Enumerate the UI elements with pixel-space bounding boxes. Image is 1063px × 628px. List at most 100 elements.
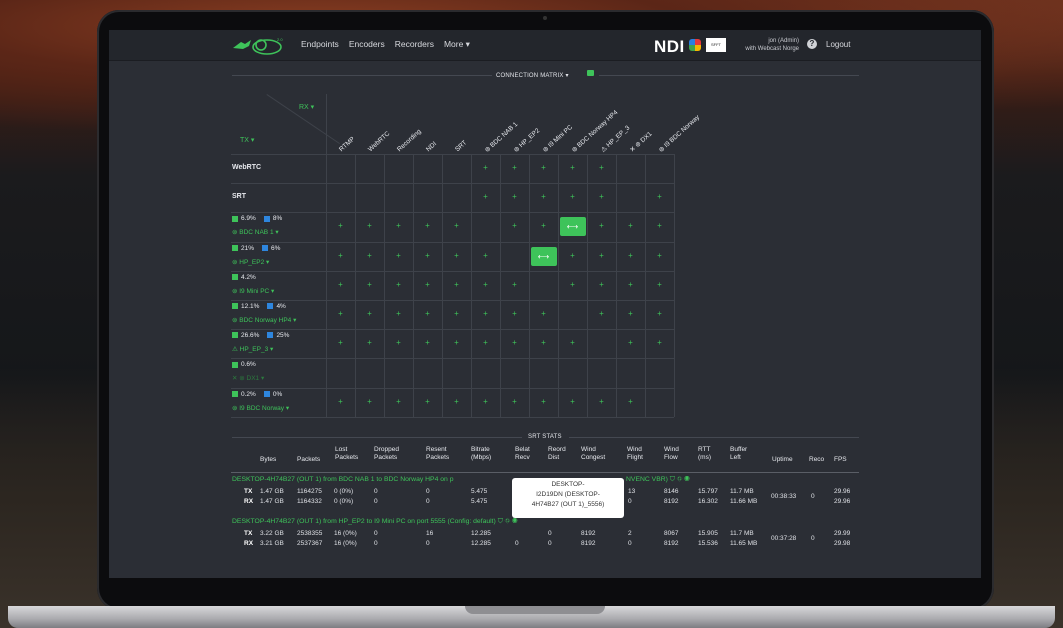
add-connection-button[interactable]: + bbox=[645, 280, 674, 289]
column-header-10[interactable]: ✕ ⊚ DX1 bbox=[628, 130, 654, 154]
add-connection-button[interactable]: + bbox=[500, 397, 529, 406]
add-connection-button[interactable]: + bbox=[529, 192, 558, 201]
add-connection-button[interactable]: + bbox=[500, 338, 529, 347]
nav-link-0[interactable]: Endpoints bbox=[301, 39, 339, 49]
source-dropdown-6[interactable]: ⚠ HP_EP_3 ▾ bbox=[232, 345, 273, 353]
add-connection-button[interactable]: + bbox=[326, 397, 355, 406]
add-connection-button[interactable]: + bbox=[587, 163, 616, 172]
add-connection-button[interactable]: + bbox=[529, 221, 558, 230]
add-connection-button[interactable]: + bbox=[442, 309, 471, 318]
add-connection-button[interactable]: + bbox=[442, 397, 471, 406]
add-connection-button[interactable]: + bbox=[384, 397, 413, 406]
source-dropdown-4[interactable]: ⊚ I9 Mini PC ▾ bbox=[232, 287, 274, 295]
add-connection-button[interactable]: + bbox=[558, 338, 587, 347]
add-connection-button[interactable]: + bbox=[471, 338, 500, 347]
add-connection-button[interactable]: + bbox=[442, 221, 471, 230]
add-connection-button[interactable]: + bbox=[616, 309, 645, 318]
add-connection-button[interactable]: + bbox=[355, 251, 384, 260]
add-connection-button[interactable]: + bbox=[616, 280, 645, 289]
add-connection-button[interactable]: + bbox=[558, 251, 587, 260]
add-connection-button[interactable]: + bbox=[413, 309, 442, 318]
add-connection-button[interactable]: + bbox=[500, 163, 529, 172]
add-connection-button[interactable]: + bbox=[587, 192, 616, 201]
add-connection-button[interactable]: + bbox=[529, 163, 558, 172]
add-connection-button[interactable]: + bbox=[442, 280, 471, 289]
column-header-8[interactable]: ⊚ BDC Norway HP4 bbox=[570, 108, 620, 154]
add-connection-button[interactable]: + bbox=[587, 397, 616, 406]
add-connection-button[interactable]: + bbox=[558, 280, 587, 289]
column-header-6[interactable]: ⊚ HP_EP2 bbox=[512, 126, 542, 154]
column-header-3[interactable]: NDI bbox=[425, 141, 438, 154]
add-connection-button[interactable]: + bbox=[587, 280, 616, 289]
add-connection-button[interactable]: + bbox=[326, 280, 355, 289]
rx-dropdown[interactable]: RX ▾ bbox=[299, 103, 314, 111]
add-connection-button[interactable]: + bbox=[442, 251, 471, 260]
add-connection-button[interactable]: + bbox=[413, 280, 442, 289]
add-connection-button[interactable]: + bbox=[500, 221, 529, 230]
bird-cloud-logo-icon[interactable]: 2.0 bbox=[231, 34, 287, 56]
add-connection-button[interactable]: + bbox=[384, 221, 413, 230]
help-icon[interactable]: ? bbox=[807, 39, 817, 49]
add-connection-button[interactable]: + bbox=[616, 251, 645, 260]
add-connection-button[interactable]: + bbox=[616, 397, 645, 406]
column-header-2[interactable]: Recording bbox=[396, 128, 423, 153]
add-connection-button[interactable]: + bbox=[326, 309, 355, 318]
add-connection-button[interactable]: + bbox=[355, 309, 384, 318]
add-connection-button[interactable]: + bbox=[500, 280, 529, 289]
add-connection-button[interactable]: + bbox=[326, 221, 355, 230]
add-connection-button[interactable]: + bbox=[471, 192, 500, 201]
tx-dropdown[interactable]: TX ▾ bbox=[240, 136, 254, 144]
nav-link-2[interactable]: Recorders bbox=[395, 39, 434, 49]
add-connection-button[interactable]: + bbox=[471, 397, 500, 406]
nav-link-1[interactable]: Encoders bbox=[349, 39, 385, 49]
add-connection-button[interactable]: + bbox=[645, 309, 674, 318]
add-connection-button[interactable]: + bbox=[442, 338, 471, 347]
add-connection-button[interactable]: + bbox=[529, 309, 558, 318]
add-connection-button[interactable]: + bbox=[529, 397, 558, 406]
add-connection-button[interactable]: + bbox=[587, 251, 616, 260]
add-connection-button[interactable]: + bbox=[645, 338, 674, 347]
active-connection-button[interactable]: ⟷ bbox=[559, 217, 586, 237]
nav-link-3[interactable]: More ▾ bbox=[444, 39, 470, 49]
source-dropdown-3[interactable]: ⊚ HP_EP2 ▾ bbox=[232, 258, 269, 266]
add-connection-button[interactable]: + bbox=[558, 163, 587, 172]
add-connection-button[interactable]: + bbox=[413, 338, 442, 347]
add-connection-button[interactable]: + bbox=[355, 397, 384, 406]
camera-icon[interactable] bbox=[587, 70, 594, 76]
add-connection-button[interactable]: + bbox=[384, 338, 413, 347]
add-connection-button[interactable]: + bbox=[500, 192, 529, 201]
column-header-0[interactable]: RTMP bbox=[338, 136, 356, 153]
add-connection-button[interactable]: + bbox=[355, 280, 384, 289]
add-connection-button[interactable]: + bbox=[471, 163, 500, 172]
add-connection-button[interactable]: + bbox=[558, 397, 587, 406]
add-connection-button[interactable]: + bbox=[558, 192, 587, 201]
add-connection-button[interactable]: + bbox=[471, 251, 500, 260]
add-connection-button[interactable]: + bbox=[500, 309, 529, 318]
connection-label-tail[interactable]: NVENC VBR) ⛉ ⛗ ◉ bbox=[626, 476, 690, 484]
source-dropdown-5[interactable]: ⊚ BDC Norway HP4 ▾ bbox=[232, 316, 296, 324]
add-connection-button[interactable]: + bbox=[413, 251, 442, 260]
add-connection-button[interactable]: + bbox=[587, 221, 616, 230]
add-connection-button[interactable]: + bbox=[616, 221, 645, 230]
add-connection-button[interactable]: + bbox=[384, 280, 413, 289]
add-connection-button[interactable]: + bbox=[384, 309, 413, 318]
add-connection-button[interactable]: + bbox=[413, 397, 442, 406]
active-connection-button[interactable]: ⟷ bbox=[530, 246, 557, 266]
add-connection-button[interactable]: + bbox=[355, 338, 384, 347]
add-connection-button[interactable]: + bbox=[616, 338, 645, 347]
add-connection-button[interactable]: + bbox=[529, 338, 558, 347]
matrix-title[interactable]: CONNECTION MATRIX ▾ bbox=[496, 72, 569, 79]
add-connection-button[interactable]: + bbox=[645, 221, 674, 230]
add-connection-button[interactable]: + bbox=[471, 280, 500, 289]
column-header-7[interactable]: ⊚ I9 Mini PC bbox=[541, 123, 574, 154]
column-header-1[interactable]: WebRTC bbox=[367, 130, 391, 153]
add-connection-button[interactable]: + bbox=[326, 338, 355, 347]
column-header-11[interactable]: ⊚ I9 BDC Norway bbox=[657, 113, 701, 154]
add-connection-button[interactable]: + bbox=[645, 192, 674, 201]
add-connection-button[interactable]: + bbox=[384, 251, 413, 260]
add-connection-button[interactable]: + bbox=[413, 221, 442, 230]
source-dropdown-7[interactable]: ✕ ⊚ DX1 ▾ bbox=[232, 374, 264, 382]
add-connection-button[interactable]: + bbox=[355, 221, 384, 230]
connection-label-1[interactable]: DESKTOP-4H74B27 (OUT 1) from HP_EP2 to I… bbox=[232, 518, 517, 526]
connection-label-0[interactable]: DESKTOP-4H74B27 (OUT 1) from BDC NAB 1 t… bbox=[232, 476, 453, 483]
